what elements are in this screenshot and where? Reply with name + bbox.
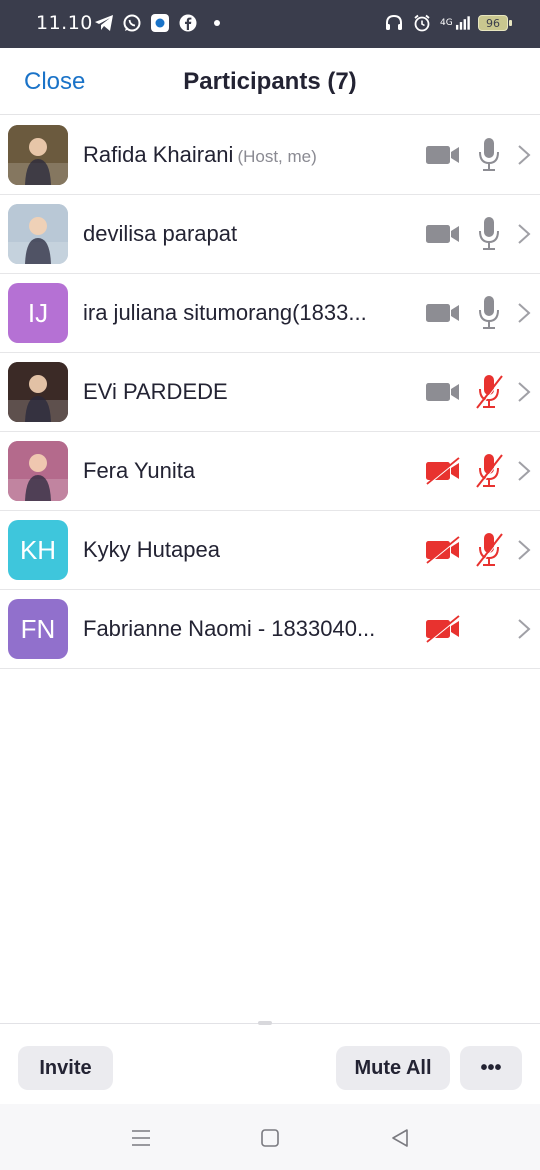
- dot-icon: [214, 20, 220, 26]
- avatar-initials: FN: [20, 613, 56, 644]
- participant-name-container: ira juliana situmorang(1833...: [83, 300, 367, 326]
- chevron-right-icon[interactable]: [516, 222, 532, 246]
- page-title: Participants (7): [183, 68, 357, 95]
- video-off-icon: [424, 535, 462, 565]
- battery-icon: 96: [478, 15, 512, 31]
- mic-muted-icon: [474, 531, 504, 569]
- invite-button[interactable]: Invite: [18, 1046, 113, 1090]
- avatar: [8, 125, 68, 185]
- participant-name-container: devilisa parapat: [83, 221, 237, 247]
- drag-handle[interactable]: [258, 1021, 272, 1025]
- headphones-icon: [384, 13, 404, 33]
- status-bar: 11.10 4G 96: [0, 0, 540, 48]
- bottom-toolbar: Invite Mute All •••: [0, 1021, 540, 1104]
- chevron-right-icon[interactable]: [516, 617, 532, 641]
- participant-name: EVi PARDEDE: [83, 379, 228, 404]
- network-type: 4G: [440, 17, 453, 28]
- microphone-icon: [474, 294, 504, 332]
- chevron-right-icon[interactable]: [516, 143, 532, 167]
- whatsapp-icon: [122, 13, 142, 33]
- avatar: [8, 441, 68, 501]
- participant-row[interactable]: devilisa parapat: [0, 195, 540, 274]
- system-icons: 4G 96: [384, 13, 512, 33]
- participant-row[interactable]: FN Fabrianne Naomi - 1833040...: [0, 590, 540, 669]
- participant-row[interactable]: Rafida Khairani (Host, me): [0, 116, 540, 195]
- chevron-right-icon[interactable]: [516, 301, 532, 325]
- status-time: 11.10: [36, 12, 93, 34]
- participant-name-container: Fabrianne Naomi - 1833040...: [83, 616, 375, 642]
- avatar: FN: [8, 599, 68, 659]
- participant-name-container: Kyky Hutapea: [83, 537, 220, 563]
- app-icon: [150, 13, 170, 33]
- participant-name-container: Rafida Khairani (Host, me): [83, 142, 317, 168]
- avatar-initials: KH: [19, 534, 57, 565]
- participant-name: Fera Yunita: [83, 458, 196, 483]
- mute-all-button[interactable]: Mute All: [336, 1046, 450, 1090]
- participant-name: Rafida Khairani: [83, 142, 234, 167]
- participant-list: Rafida Khairani (Host, me) devilisa parapa…: [0, 116, 540, 669]
- participant-name: Fabrianne Naomi - 1833040...: [83, 616, 376, 641]
- alarm-icon: [412, 13, 432, 33]
- video-camera-icon: [424, 140, 462, 170]
- participant-name-container: Fera Yunita: [83, 458, 195, 484]
- telegram-icon: [94, 13, 114, 33]
- chevron-right-icon[interactable]: [516, 538, 532, 562]
- facebook-icon: [178, 13, 198, 33]
- microphone-icon: [474, 215, 504, 253]
- video-off-icon: [424, 456, 462, 486]
- participant-role: (Host, me): [237, 147, 317, 166]
- video-off-icon: [424, 614, 462, 644]
- microphone-icon: [474, 136, 504, 174]
- avatar-initials: IJ: [27, 297, 49, 328]
- participant-name: Kyky Hutapea: [83, 537, 220, 562]
- notification-icons: [94, 13, 220, 33]
- mic-muted-icon: [474, 452, 504, 490]
- chevron-right-icon[interactable]: [516, 459, 532, 483]
- back-icon[interactable]: [388, 1126, 412, 1150]
- avatar: [8, 362, 68, 422]
- video-camera-icon: [424, 219, 462, 249]
- video-camera-icon: [424, 298, 462, 328]
- home-icon[interactable]: [258, 1126, 282, 1150]
- mic-muted-icon: [474, 373, 504, 411]
- avatar-photo: [8, 441, 68, 501]
- avatar: [8, 204, 68, 264]
- header: Close Participants (7): [0, 48, 540, 115]
- signal-icon: 4G: [440, 13, 470, 33]
- participant-row[interactable]: KH Kyky Hutapea: [0, 511, 540, 590]
- participant-name: ira juliana situmorang(1833...: [83, 300, 367, 325]
- system-nav-bar: [0, 1104, 540, 1170]
- avatar-photo: [8, 362, 68, 422]
- chevron-right-icon[interactable]: [516, 380, 532, 404]
- more-options-button[interactable]: •••: [460, 1046, 522, 1090]
- participant-name-container: EVi PARDEDE: [83, 379, 228, 405]
- avatar-photo: [8, 204, 68, 264]
- video-camera-icon: [424, 377, 462, 407]
- avatar: IJ: [8, 283, 68, 343]
- menu-icon[interactable]: [129, 1126, 153, 1150]
- participant-row[interactable]: EVi PARDEDE: [0, 353, 540, 432]
- participant-name: devilisa parapat: [83, 221, 238, 246]
- participant-row[interactable]: IJ ira juliana situmorang(1833...: [0, 274, 540, 353]
- participant-row[interactable]: Fera Yunita: [0, 432, 540, 511]
- avatar-photo: [8, 125, 68, 185]
- avatar: KH: [8, 520, 68, 580]
